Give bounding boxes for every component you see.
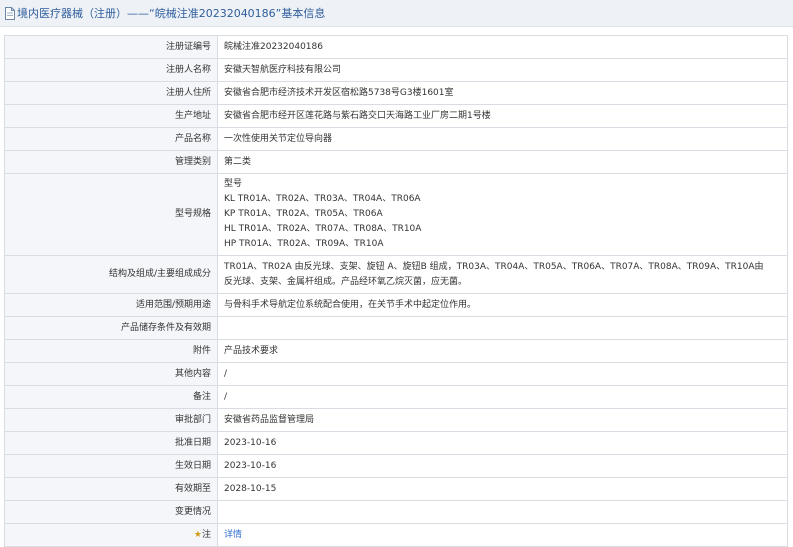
table-row: 生效日期 2023-10-16 — [4, 454, 788, 478]
table-row: 备注 / — [4, 385, 788, 409]
row-value: / — [217, 385, 788, 409]
document-icon — [5, 6, 15, 20]
row-label: 其他内容 — [4, 362, 218, 386]
row-value: / — [217, 362, 788, 386]
row-value: 安徽天智航医疗科技有限公司 — [217, 58, 788, 82]
info-table: 注册证编号 皖械注准20232040186 注册人名称 安徽天智航医疗科技有限公… — [4, 35, 788, 547]
row-label: 产品名称 — [4, 127, 218, 151]
table-row: 变更情况 — [4, 500, 788, 524]
table-row: 审批部门 安徽省药品监督管理局 — [4, 408, 788, 432]
row-label: 备注 — [4, 385, 218, 409]
note-label-text: 注 — [201, 529, 211, 540]
row-label: 适用范围/预期用途 — [4, 293, 218, 317]
row-label: 注册证编号 — [4, 35, 218, 59]
row-label: 产品储存条件及有效期 — [4, 316, 218, 340]
row-label: 结构及组成/主要组成成分 — [4, 255, 218, 294]
row-value: 2023-10-16 — [217, 454, 788, 478]
row-value — [217, 316, 788, 340]
row-label: 生产地址 — [4, 104, 218, 128]
row-value: 安徽省合肥市经济技术开发区宿松路5738号G3楼1601室 — [217, 81, 788, 105]
row-value: 产品技术要求 — [217, 339, 788, 363]
row-label: 注册人名称 — [4, 58, 218, 82]
table-row: 注册人名称 安徽天智航医疗科技有限公司 — [4, 58, 788, 82]
row-value: 2028-10-15 — [217, 477, 788, 501]
row-value: 第二类 — [217, 150, 788, 174]
note-label: ★注 — [4, 523, 218, 547]
details-link[interactable]: 详情 — [224, 530, 242, 540]
table-row: 产品名称 一次性使用关节定位导向器 — [4, 127, 788, 151]
row-label: 管理类别 — [4, 150, 218, 174]
page-header: 境内医疗器械（注册）——“皖械注准20232040186”基本信息 — [0, 0, 793, 27]
row-value: 皖械注准20232040186 — [217, 35, 788, 59]
row-label: 审批部门 — [4, 408, 218, 432]
row-value: 安徽省药品监督管理局 — [217, 408, 788, 432]
row-value: 安徽省合肥市经开区莲花路与紫石路交口天海路工业厂房二期1号楼 — [217, 104, 788, 128]
table-row: 管理类别 第二类 — [4, 150, 788, 174]
page-title: 境内医疗器械（注册）——“皖械注准20232040186”基本信息 — [17, 7, 326, 20]
table-row-note: ★注 详情 — [4, 523, 788, 547]
row-value — [217, 500, 788, 524]
table-row: 批准日期 2023-10-16 — [4, 431, 788, 455]
row-value: 2023-10-16 — [217, 431, 788, 455]
table-row: 注册人住所 安徽省合肥市经济技术开发区宿松路5738号G3楼1601室 — [4, 81, 788, 105]
table-row: 有效期至 2028-10-15 — [4, 477, 788, 501]
row-value: 一次性使用关节定位导向器 — [217, 127, 788, 151]
table-row: 适用范围/预期用途 与骨科手术导航定位系统配合使用，在关节手术中起定位作用。 — [4, 293, 788, 317]
row-label: 附件 — [4, 339, 218, 363]
table-row: 注册证编号 皖械注准20232040186 — [4, 35, 788, 59]
row-value: TR01A、TR02A 由反光球、支架、旋钮 A、旋钮B 组成，TR03A、TR… — [217, 255, 788, 294]
table-row: 附件 产品技术要求 — [4, 339, 788, 363]
table-row: 其他内容 / — [4, 362, 788, 386]
row-label: 生效日期 — [4, 454, 218, 478]
row-label: 批准日期 — [4, 431, 218, 455]
row-label: 有效期至 — [4, 477, 218, 501]
row-label: 变更情况 — [4, 500, 218, 524]
star-icon: ★ — [193, 529, 202, 540]
row-value: 型号 KL TR01A、TR02A、TR03A、TR04A、TR06A KP T… — [217, 173, 788, 256]
table-row: 生产地址 安徽省合肥市经开区莲花路与紫石路交口天海路工业厂房二期1号楼 — [4, 104, 788, 128]
row-label: 注册人住所 — [4, 81, 218, 105]
row-label: 型号规格 — [4, 173, 218, 256]
row-value: 与骨科手术导航定位系统配合使用，在关节手术中起定位作用。 — [217, 293, 788, 317]
note-value: 详情 — [217, 523, 788, 547]
table-row: 结构及组成/主要组成成分 TR01A、TR02A 由反光球、支架、旋钮 A、旋钮… — [4, 255, 788, 294]
table-row: 型号规格 型号 KL TR01A、TR02A、TR03A、TR04A、TR06A… — [4, 173, 788, 256]
table-row: 产品储存条件及有效期 — [4, 316, 788, 340]
